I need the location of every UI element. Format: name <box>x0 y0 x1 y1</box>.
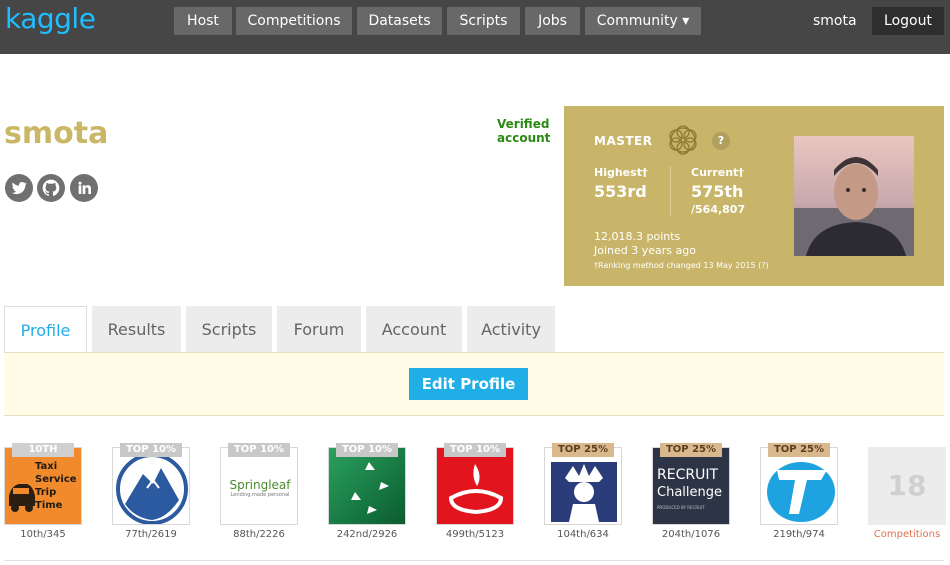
tier-card: MASTER ? Highest† 553rd Current† 575th /… <box>564 106 944 286</box>
rank-divider <box>670 166 671 216</box>
nav-scripts[interactable]: Scripts <box>447 7 520 35</box>
rank-badge: TOP 25% <box>552 443 614 457</box>
nav-community-dropdown[interactable]: Community ▾ <box>585 7 701 35</box>
highest-rank-value: 553rd <box>594 182 647 201</box>
avatar <box>794 136 914 256</box>
logo-text-line: Springleaf <box>229 478 291 492</box>
rank-badge: TOP 10% <box>120 443 182 457</box>
logo-text-line: Taxi <box>35 461 58 472</box>
rank-badge: TOP 25% <box>768 443 830 457</box>
logo-text-line: Service <box>35 474 77 485</box>
tab-profile[interactable]: Profile <box>4 306 87 353</box>
current-rank-label: Current† <box>691 166 744 179</box>
verified-line2: account <box>497 131 551 145</box>
competition-rank: 88th/2226 <box>233 529 285 540</box>
logo-text-line: RECRUIT <box>657 467 719 483</box>
competition-logo <box>112 447 190 525</box>
competition-rank: 204th/1076 <box>661 529 721 540</box>
highest-rank-label: Highest† <box>594 166 648 179</box>
logo-text-line: Trip Time <box>35 487 63 511</box>
current-rank-value: 575th <box>691 182 744 201</box>
competition-rank: 499th/5123 <box>445 529 505 540</box>
verified-line1: Verified <box>497 117 550 131</box>
edit-profile-button[interactable]: Edit Profile <box>409 368 528 400</box>
tab-forum[interactable]: Forum <box>277 306 361 353</box>
rank-badge: 10TH <box>12 443 74 457</box>
nav-host[interactable]: Host <box>174 7 232 35</box>
joined-text: Joined 3 years ago <box>594 244 696 257</box>
points-text: 12,018.3 points <box>594 230 681 243</box>
tab-activity[interactable]: Activity <box>467 306 555 353</box>
rank-badge: TOP 10% <box>336 443 398 457</box>
competition-logo <box>544 447 622 525</box>
rank-badge: TOP 10% <box>444 443 506 457</box>
competition-logo <box>760 447 838 525</box>
logout-button[interactable]: Logout <box>872 7 944 35</box>
nav-datasets[interactable]: Datasets <box>357 7 442 35</box>
competition-logo <box>328 447 406 525</box>
kaggle-logo[interactable]: kaggle <box>5 2 96 35</box>
competition-rank: 10th/345 <box>20 529 66 540</box>
verified-account-label: Verified account <box>497 117 550 145</box>
tier-label: MASTER <box>594 134 653 148</box>
current-rank-total: /564,807 <box>691 203 746 216</box>
competition-logo <box>436 447 514 525</box>
tier-help-icon[interactable]: ? <box>712 132 730 150</box>
github-icon[interactable] <box>37 174 65 202</box>
competition-rank: 77th/2619 <box>125 529 177 540</box>
tab-scripts[interactable]: Scripts <box>186 306 272 353</box>
profile-username: smota <box>4 116 109 151</box>
ranking-note[interactable]: †Ranking method changed 13 May 2015 (?) <box>594 261 769 270</box>
nav-competitions[interactable]: Competitions <box>236 7 352 35</box>
master-emblem-icon <box>666 122 700 162</box>
competition-rank: 104th/634 <box>557 529 609 540</box>
twitter-icon[interactable] <box>5 174 33 202</box>
section-divider <box>4 560 944 561</box>
competition-rank: 242nd/2926 <box>336 529 398 540</box>
competitions-link[interactable]: Competitions <box>868 529 946 540</box>
competition-logo: Taxi Service Trip Time <box>4 447 82 525</box>
tab-account[interactable]: Account <box>366 306 462 353</box>
competition-logo: RECRUIT Challenge PRODUCED BY RECRUIT <box>652 447 730 525</box>
logo-text-line: Lending made personal <box>230 492 290 498</box>
nav-jobs[interactable]: Jobs <box>525 7 580 35</box>
user-menu-link[interactable]: smota <box>813 7 857 35</box>
logo-text-line: PRODUCED BY RECRUIT <box>657 505 705 510</box>
tab-results[interactable]: Results <box>92 306 181 353</box>
rank-badge: TOP 25% <box>660 443 722 457</box>
competition-logo: Springleaf Lending made personal <box>220 447 298 525</box>
linkedin-icon[interactable] <box>70 174 98 202</box>
rank-badge: TOP 10% <box>228 443 290 457</box>
top-navbar: kaggle Host Competitions Datasets Script… <box>0 0 950 54</box>
competition-rank: 219th/974 <box>773 529 825 540</box>
logo-text-line: Challenge <box>657 485 722 500</box>
competitions-count-box[interactable]: 18 <box>868 447 946 525</box>
